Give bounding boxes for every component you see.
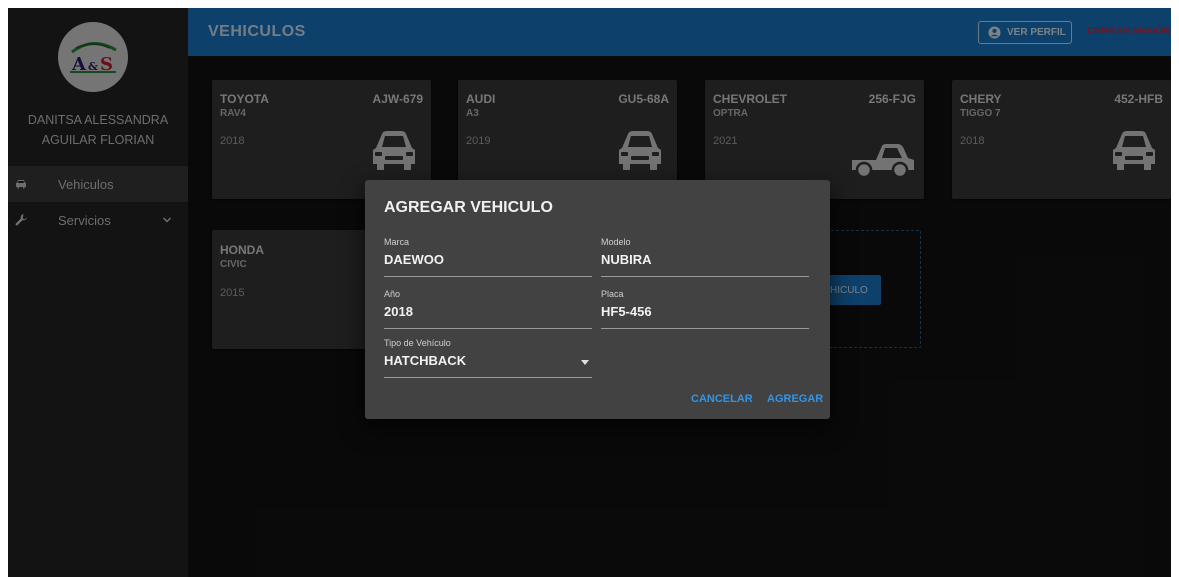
anio-label: Año — [384, 289, 401, 299]
modelo-label: Modelo — [601, 237, 631, 247]
vehicle-type-select[interactable]: Tipo de Vehículo HATCHBACK — [384, 338, 592, 378]
add-button[interactable]: AGREGAR — [767, 393, 823, 405]
app-window: A & S DANITSA ALESSANDRA AGUILAR FLORIAN… — [8, 8, 1171, 577]
marca-field[interactable]: Marca DAEWOO — [384, 237, 592, 277]
anio-field[interactable]: Año 2018 — [384, 289, 592, 329]
placa-label: Placa — [601, 289, 624, 299]
marca-value: DAEWOO — [384, 252, 444, 267]
anio-value: 2018 — [384, 304, 413, 319]
add-vehicle-dialog: AGREGAR VEHICULO Marca DAEWOO Modelo NUB… — [365, 180, 830, 419]
modelo-field[interactable]: Modelo NUBIRA — [601, 237, 809, 277]
vehicle-type-value: HATCHBACK — [384, 353, 467, 368]
vehicle-type-label: Tipo de Vehículo — [384, 338, 451, 348]
dialog-title: AGREGAR VEHICULO — [384, 199, 553, 216]
dropdown-arrow-icon — [581, 360, 589, 365]
placa-field[interactable]: Placa HF5-456 — [601, 289, 809, 329]
cancel-button[interactable]: CANCELAR — [691, 393, 753, 405]
modelo-value: NUBIRA — [601, 252, 652, 267]
marca-label: Marca — [384, 237, 410, 247]
placa-value: HF5-456 — [601, 304, 652, 319]
